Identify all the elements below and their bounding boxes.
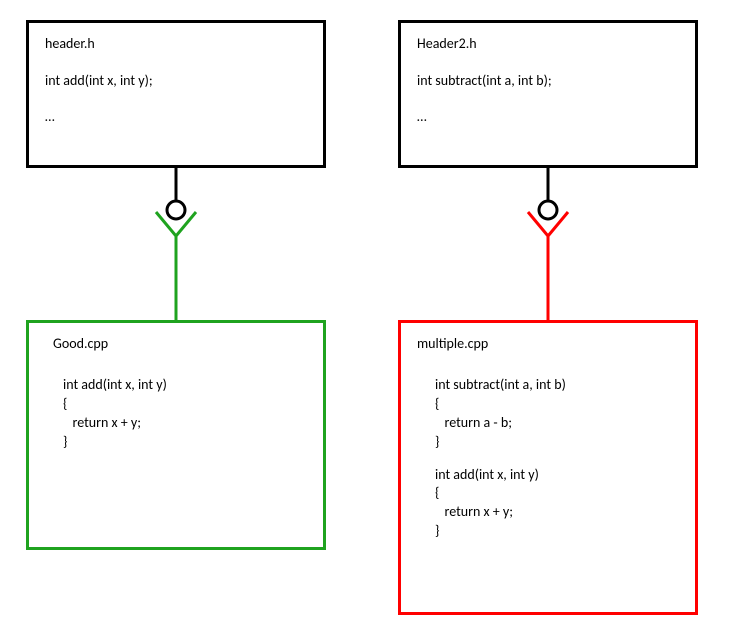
plug-icon: [539, 201, 557, 219]
connector-right: [0, 0, 739, 642]
